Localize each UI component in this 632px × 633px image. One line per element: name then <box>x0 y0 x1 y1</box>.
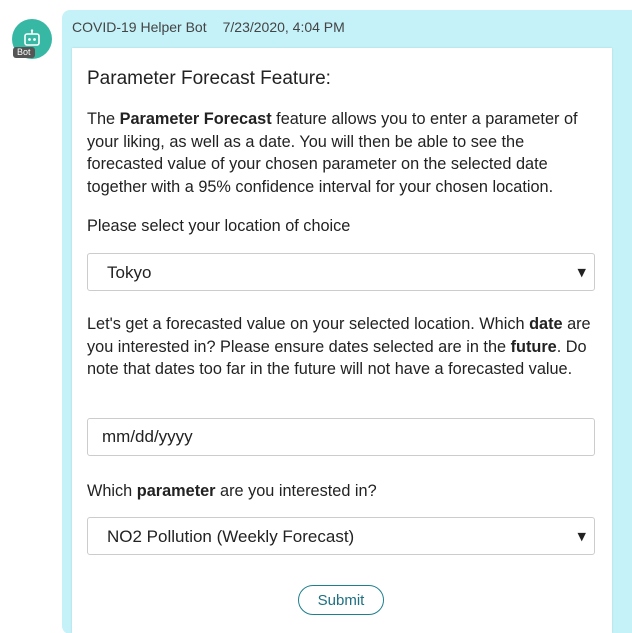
parameter-select-value: NO2 Pollution (Weekly Forecast) <box>107 527 355 546</box>
chat-window: Bot COVID-19 Helper Bot 7/23/2020, 4:04 P… <box>0 0 632 633</box>
card-title: Parameter Forecast Feature: <box>87 68 331 89</box>
bot-badge: Bot <box>13 47 35 58</box>
message-timestamp: 7/23/2020, 4:04 PM <box>222 19 345 35</box>
location-select[interactable]: Tokyo ▼ <box>87 253 595 291</box>
dropdown-caret-icon: ▼ <box>577 266 586 279</box>
adaptive-card: Parameter Forecast Feature: The Paramete… <box>72 48 612 633</box>
dropdown-caret-icon: ▼ <box>577 530 586 543</box>
parameter-prompt: Which parameter are you interested in? <box>87 482 377 500</box>
location-select-value: Tokyo <box>107 263 152 282</box>
message-meta: COVID-19 Helper Bot 7/23/2020, 4:04 PM <box>72 19 345 35</box>
intro-text: The Parameter Forecast feature allows yo… <box>87 110 578 197</box>
submit-button[interactable]: Submit <box>298 585 384 615</box>
date-input[interactable] <box>87 418 595 456</box>
parameter-select[interactable]: NO2 Pollution (Weekly Forecast) ▼ <box>87 517 595 555</box>
sender-name: COVID-19 Helper Bot <box>72 19 207 35</box>
feature-name: Parameter Forecast <box>119 110 272 128</box>
location-prompt: Please select your location of choice <box>87 217 351 235</box>
date-prompt: Let's get a forecasted value on your sel… <box>87 315 591 379</box>
